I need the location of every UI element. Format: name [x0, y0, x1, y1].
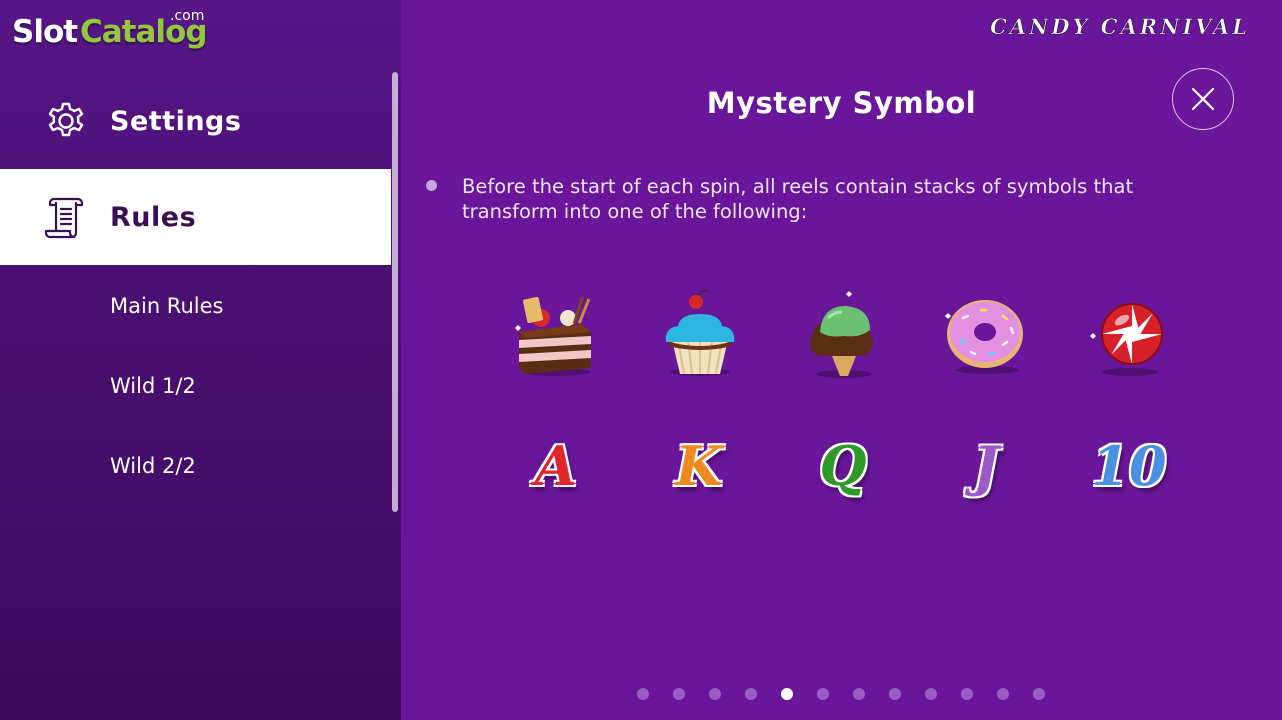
pagination-dot[interactable] [637, 688, 649, 700]
pagination-dot[interactable] [817, 688, 829, 700]
symbol-J: J [973, 434, 999, 498]
pagination-dot[interactable] [1033, 688, 1045, 700]
pagination-dot[interactable] [853, 688, 865, 700]
pagination-dot[interactable] [673, 688, 685, 700]
pagination-dot[interactable] [709, 688, 721, 700]
page-title: Mystery Symbol [706, 86, 977, 120]
sidebar-subitem-wild-2[interactable]: Wild 2/2 [110, 454, 196, 478]
gear-icon [44, 99, 88, 143]
sidebar-item-rules[interactable]: Rules [0, 169, 391, 265]
donut-icon [941, 288, 1031, 378]
pagination-dot[interactable] [961, 688, 973, 700]
symbol-Q: Q [819, 434, 867, 498]
bullet-dot [426, 180, 437, 191]
pagination-dot[interactable] [745, 688, 757, 700]
sidebar: Slot Catalog .com Settings Rules Main Ru… [0, 0, 401, 720]
settings-label: Settings [110, 105, 242, 137]
pagination-dot[interactable] [889, 688, 901, 700]
description-text: Before the start of each spin, all reels… [462, 175, 1134, 223]
pagination-dot[interactable] [925, 688, 937, 700]
slotcatalog-logo: Slot Catalog .com [12, 8, 212, 60]
close-button[interactable] [1172, 68, 1234, 130]
pagination-dot[interactable] [997, 688, 1009, 700]
game-title: CANDY CARNIVAL [990, 14, 1250, 40]
pagination-dot[interactable] [781, 688, 793, 700]
sidebar-subitem-wild-1[interactable]: Wild 1/2 [110, 374, 196, 398]
rules-label: Rules [110, 201, 197, 233]
symbol-10: 10 [1091, 434, 1167, 498]
logo-com-text: .com [170, 8, 205, 24]
main-panel: CANDY CARNIVAL Mystery Symbol Before the… [401, 0, 1282, 720]
candy-icon [1084, 290, 1174, 380]
pagination-dots [401, 687, 1282, 701]
symbol-A: A [535, 434, 577, 498]
close-icon [1191, 87, 1215, 111]
sidebar-scrollbar[interactable] [392, 72, 398, 512]
scroll-rules-icon [44, 195, 88, 239]
ice-cream-icon [798, 290, 888, 380]
cupcake-icon [654, 288, 744, 378]
cake-icon [511, 288, 601, 378]
sidebar-subitem-main-rules[interactable]: Main Rules [110, 294, 223, 318]
symbol-K: K [675, 434, 723, 498]
logo-slot-text: Slot [12, 14, 78, 50]
sidebar-item-settings[interactable]: Settings [0, 73, 391, 169]
